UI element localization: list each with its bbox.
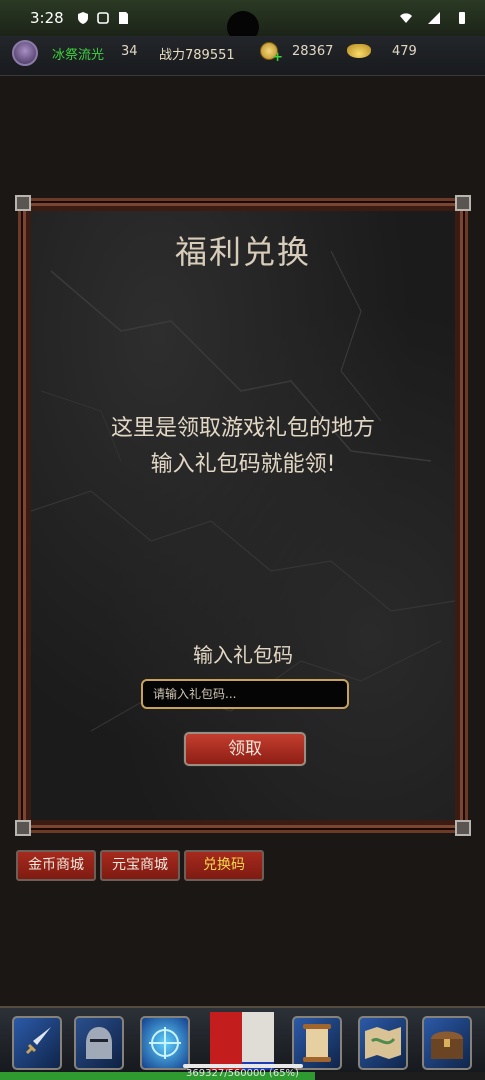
exp-bar: 369327/560000 (65%)	[0, 1068, 485, 1080]
gift-code-input[interactable]	[141, 679, 349, 709]
player-level: 34	[121, 44, 138, 59]
page-title: 福利兑换	[174, 233, 311, 271]
frame-corner	[15, 820, 31, 836]
treasure-chest-icon[interactable]	[422, 1016, 472, 1070]
sd-card-icon	[118, 12, 128, 24]
ingot-balance: 479	[392, 44, 417, 59]
player-header: 冰祭流光 34 战力789551 28367 479	[0, 36, 485, 76]
redeem-panel-frame: 福利兑换 这里是领取游戏礼包的地方 输入礼包码就能领! 输入礼包码 领取	[15, 195, 471, 836]
magic-compass-icon[interactable]	[140, 1016, 190, 1070]
coin-add-icon[interactable]	[260, 42, 283, 65]
frame-corner	[455, 195, 471, 211]
tab-ingot-shop[interactable]: 元宝商城	[100, 850, 180, 881]
redeem-panel: 福利兑换 这里是领取游戏礼包的地方 输入礼包码就能领! 输入礼包码 领取	[31, 211, 455, 820]
frame-corner	[15, 195, 31, 211]
player-name: 冰祭流光	[52, 48, 105, 63]
bottom-nav	[0, 1006, 485, 1072]
exp-text: 369327/560000 (65%)	[186, 1068, 299, 1079]
combat-power: 战力789551	[159, 48, 235, 63]
home-indicator[interactable]	[183, 1064, 303, 1068]
claim-button[interactable]: 领取	[184, 732, 306, 766]
gold-ingot-icon	[347, 44, 371, 58]
tab-gold-shop[interactable]: 金币商城	[16, 850, 96, 881]
frame-corner	[455, 820, 471, 836]
description-line-1: 这里是领取游戏礼包的地方	[110, 416, 375, 441]
knight-helmet-icon[interactable]	[74, 1016, 124, 1070]
description-line-2: 输入礼包码就能领!	[150, 452, 336, 477]
scroll-icon[interactable]	[292, 1016, 342, 1070]
sword-icon[interactable]	[12, 1016, 62, 1070]
wifi-icon	[400, 13, 412, 23]
shop-tabs: 金币商城 元宝商城 兑换码	[16, 850, 264, 881]
signal-icon	[428, 12, 440, 24]
description: 这里是领取游戏礼包的地方 输入礼包码就能领!	[31, 411, 455, 483]
marble-texture	[31, 250, 455, 732]
avatar[interactable]	[12, 40, 38, 66]
gift-code-label: 输入礼包码	[193, 643, 293, 667]
status-time: 3:28	[30, 9, 64, 27]
battery-icon	[459, 12, 465, 24]
shield-icon	[77, 12, 88, 24]
window-icon	[96, 12, 109, 24]
flag-icon[interactable]	[210, 1012, 274, 1070]
tab-redeem-code[interactable]: 兑换码	[184, 850, 264, 881]
coin-balance: 28367	[292, 44, 334, 59]
map-icon[interactable]	[358, 1016, 408, 1070]
